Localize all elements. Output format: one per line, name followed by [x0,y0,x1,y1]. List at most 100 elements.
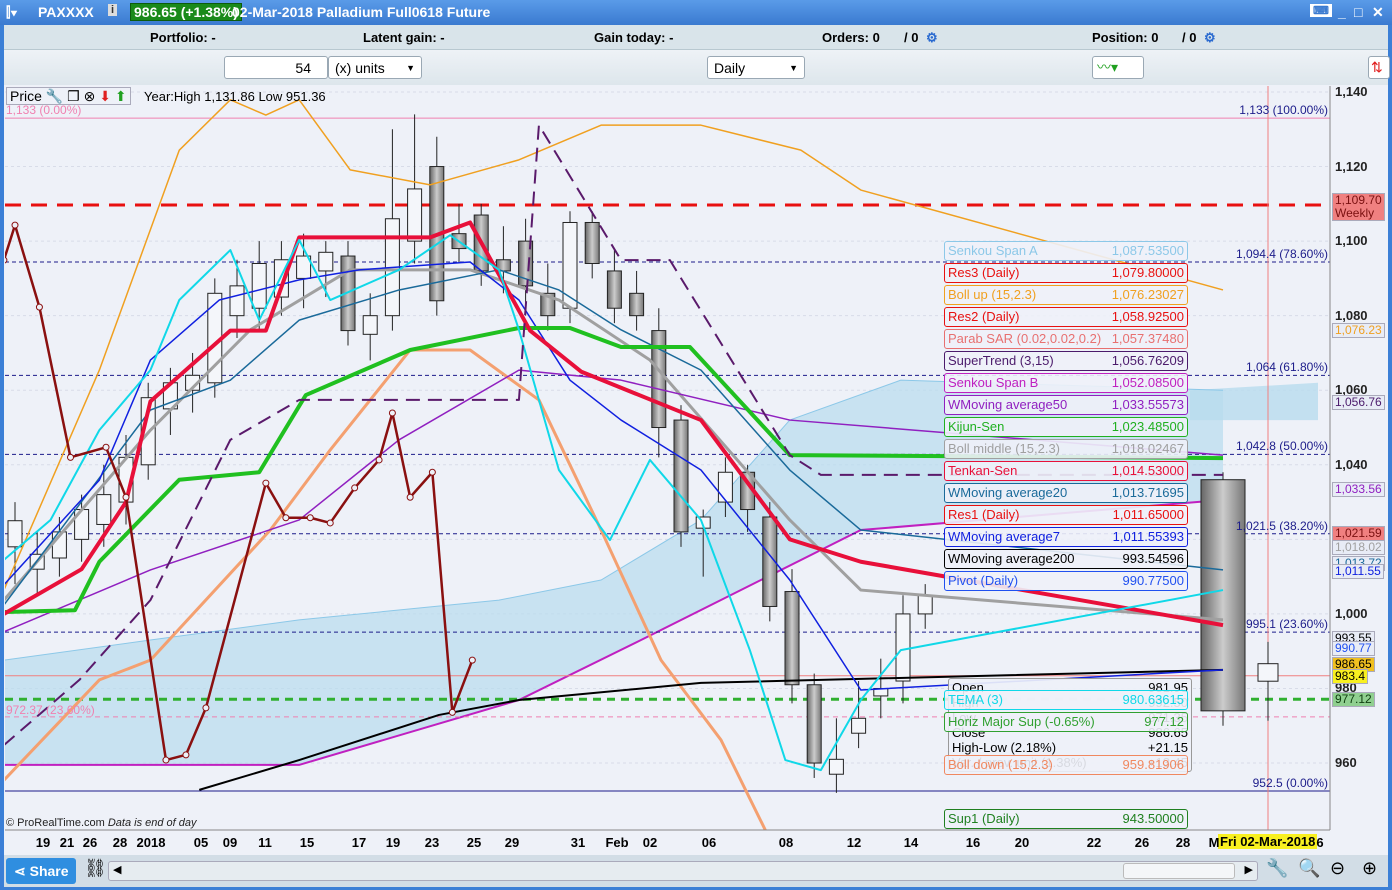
arrow-down-icon[interactable]: ⬇ [99,88,111,104]
zoom-in-icon[interactable]: ⊕ [1362,858,1377,879]
legend-entry: Tenkan-Sen 1,014.53000 [944,461,1188,481]
horizontal-scrollbar[interactable]: ◀ ▶ [108,861,1258,881]
arrow-up-icon[interactable]: ⬆ [115,88,127,104]
candle-down [673,419,689,533]
legend-label: Res3 (Daily) [948,265,1020,280]
scroll-right-icon[interactable]: ▶ [1245,863,1253,876]
scroll-left-icon[interactable]: ◀ [113,863,121,876]
y-tick-label: 1,040 [1335,456,1368,472]
legend-entry: Senkou Span A 1,087.53500 [944,241,1188,261]
x-tick-label: 02 [642,835,658,850]
legend-entry: Senkou Span B 1,052.08500 [944,373,1188,393]
chart-settings-icon[interactable]: 🔧 [1266,858,1288,879]
eod-note: Data is end of day [107,817,197,829]
legend-value: 1,052.08500 [1111,375,1184,390]
legend-label: WMoving average20 [948,485,1068,500]
fib-level-label: 1,042.8 (50.00%) [1235,439,1328,454]
legend-value: 1,087.53500 [1111,243,1184,258]
oscillator-marker [35,303,43,311]
x-tick-label: 26 [82,835,98,850]
price-tag: 1,076.23 [1332,322,1385,338]
legend-entry: Parab SAR (0.02,0.02,0.2) 1,057.37480 [944,329,1188,349]
oscillator-marker [5,256,8,264]
legend-label: Senkou Span A [948,243,1038,258]
oscillator-marker [262,479,270,487]
oscillator-marker [282,514,290,522]
legend-label: Boll middle (15,2.3) [948,441,1060,456]
legend-value: 977.12 [1144,714,1184,729]
bottom-bar: ⋖ Share ⛓ ◀ ▶ 🔧 🔍 ⊖ ⊕ [4,855,1388,887]
x-tick-label: 22 [1086,835,1102,850]
legend-label: TEMA (3) [948,692,1003,707]
legend-value: 1,018.02467 [1111,441,1184,456]
candle-down [1200,479,1246,712]
candle-up [917,594,933,615]
x-tick-label: 19 [35,835,51,850]
share-icon: ⋖ [14,863,30,879]
legend-value: 990.77500 [1122,573,1184,588]
oscillator-marker [351,484,359,492]
auto-zoom-icon[interactable]: 🔍 [1298,858,1320,879]
legend-value: 1,014.53000 [1111,463,1184,478]
legend-value: 1,056.76209 [1111,353,1184,368]
oscillator-marker [11,221,19,229]
candle-down [584,221,600,264]
legend-entry: Pivot (Daily) 990.77500 [944,571,1188,591]
fib-level-label: 1,064 (61.80%) [1245,360,1328,375]
x-tick-label: 05 [193,835,209,850]
legend-label: WMoving average7 [948,529,1060,544]
legend-value: 959.81906 [1122,757,1184,772]
y-tick-label: 1,000 [1335,605,1368,621]
legend-entry: WMoving average7 1,011.55393 [944,527,1188,547]
x-tick-label: 26 [1134,835,1150,850]
x-tick-label: 25 [466,835,482,850]
legend-entry: Boll up (15,2.3) 1,076.23027 [944,285,1188,305]
x-tick-label: 16 [965,835,981,850]
ohlc-row: High-Low (2.18%) +21.15 [952,740,1188,755]
legend-entry: Sup1 (Daily) 943.50000 [944,809,1188,829]
window-icon[interactable]: ❐ [67,88,80,104]
x-tick-label: 14 [903,835,919,850]
legend-label: Tenkan-Sen [948,463,1018,478]
legend-value: 943.50000 [1122,811,1184,826]
x-tick-label: 28 [1175,835,1191,850]
oscillator-marker [182,751,190,759]
oscillator-marker [102,443,110,451]
legend-entry: Res3 (Daily) 1,079.80000 [944,263,1188,283]
oscillator-marker [67,453,74,461]
candle-up [7,520,23,548]
zoom-out-icon[interactable]: ⊖ [1330,858,1345,879]
fib-left-top-label: 1,133 (0.00%) [6,103,82,117]
candle-up [229,285,245,317]
y-tick-label: 1,120 [1335,158,1368,174]
legend-value: 1,058.92500 [1111,309,1184,324]
y-tick-label: 1,140 [1335,84,1368,99]
scroll-thumb[interactable] [1123,863,1235,879]
oscillator-marker [122,493,130,501]
x-tick-label: 20 [1014,835,1030,850]
candle-up [828,758,844,775]
x-tick-label: 29 [504,835,520,850]
x-tick-label: 2018 [136,835,166,850]
link-icon[interactable]: ⛓ [84,858,107,879]
copyright-text: © ProRealTime.com [6,817,105,829]
legend-label: Res2 (Daily) [948,309,1020,324]
legend-value: 1,033.55573 [1111,397,1184,412]
x-tick-label: 09 [222,835,238,850]
price-tag: 1,011.55 [1332,563,1384,579]
share-button[interactable]: ⋖ Share [6,858,76,884]
close-panel-icon[interactable]: ⊗ [84,88,96,104]
legend-entry: Kijun-Sen 1,023.48500 [944,417,1188,437]
legend-label: Pivot (Daily) [948,573,1019,588]
x-tick-label: M [1208,835,1220,850]
wrench-icon[interactable]: 🔧 [46,88,63,104]
copyright: © ProRealTime.com Data is end of day [6,817,197,829]
legend-label: Parab SAR (0.02,0.02,0.2) [948,331,1102,346]
legend-label: Boll down (15,2.3) [948,757,1053,772]
year-high-low: Year:High 1,131.86 Low 951.36 [144,89,326,104]
price-tag-sub: Weekly [1335,205,1375,220]
candle-down [606,270,622,309]
legend-value: 1,023.48500 [1111,419,1184,434]
ichimoku-cloud-projection [1190,382,1318,421]
x-tick-label: 12 [846,835,862,850]
